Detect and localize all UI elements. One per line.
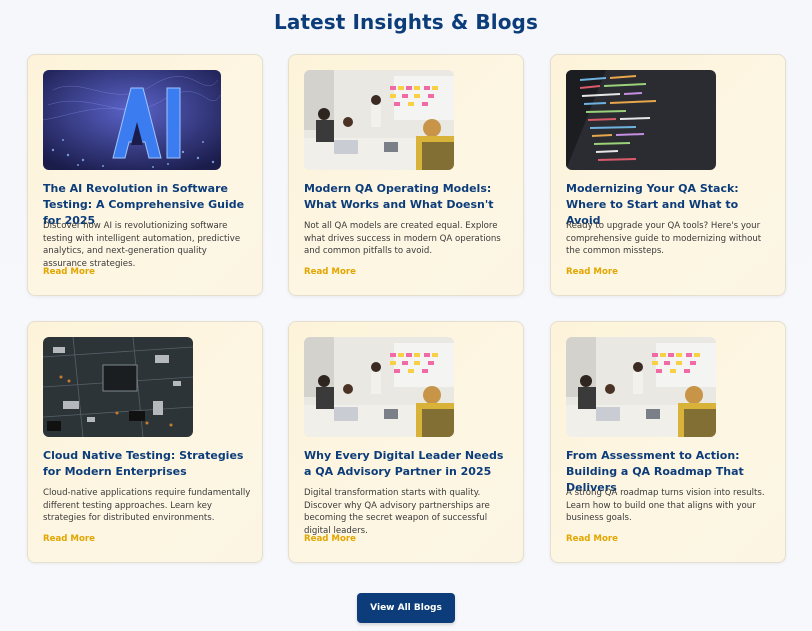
card-title[interactable]: Modern QA Operating Models: What Works a…: [304, 181, 512, 213]
blog-card[interactable]: The AI Revolution in Software Testing: A…: [27, 54, 263, 296]
team-meeting-image[interactable]: [304, 337, 454, 437]
card-description: Not all QA models are created equal. Exp…: [304, 221, 501, 257]
read-more-link[interactable]: Read More: [304, 534, 356, 544]
blog-card[interactable]: From Assessment to Action: Building a QA…: [550, 321, 786, 563]
card-description: A strong QA roadmap turns vision into re…: [566, 488, 765, 524]
card-title[interactable]: Cloud Native Testing: Strategies for Mod…: [43, 448, 251, 480]
blog-card[interactable]: Modern QA Operating Models: What Works a…: [288, 54, 524, 296]
code-screen-image[interactable]: [566, 70, 716, 170]
card-description: Digital transformation starts with quali…: [304, 488, 490, 536]
circuit-board-image[interactable]: [43, 337, 193, 437]
read-more-link[interactable]: Read More: [566, 267, 618, 277]
card-description: Ready to upgrade your QA tools? Here's y…: [566, 221, 762, 257]
card-description: Cloud-native applications require fundam…: [43, 488, 251, 524]
read-more-link[interactable]: Read More: [43, 267, 95, 277]
card-description: Discover how AI is revolutionizing softw…: [43, 221, 241, 269]
read-more-link[interactable]: Read More: [304, 267, 356, 277]
section-title: Latest Insights & Blogs: [274, 10, 538, 34]
team-meeting-image[interactable]: [566, 337, 716, 437]
read-more-link[interactable]: Read More: [566, 534, 618, 544]
view-all-blogs-button[interactable]: View All Blogs: [357, 593, 455, 623]
team-meeting-image[interactable]: [304, 70, 454, 170]
ai-hologram-image[interactable]: [43, 70, 221, 170]
card-title[interactable]: Why Every Digital Leader Needs a QA Advi…: [304, 448, 512, 480]
blog-card[interactable]: Why Every Digital Leader Needs a QA Advi…: [288, 321, 524, 563]
blog-card[interactable]: Cloud Native Testing: Strategies for Mod…: [27, 321, 263, 563]
blog-card[interactable]: Modernizing Your QA Stack: Where to Star…: [550, 54, 786, 296]
read-more-link[interactable]: Read More: [43, 534, 95, 544]
